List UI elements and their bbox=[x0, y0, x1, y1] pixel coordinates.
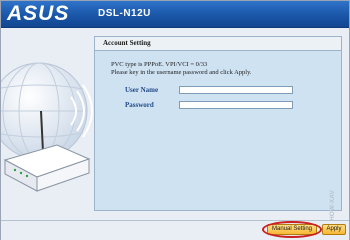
model-name: DSL-N12U bbox=[98, 8, 151, 19]
highlight-circle bbox=[262, 221, 322, 238]
router-globe-illustration bbox=[1, 62, 93, 192]
account-setting-panel: Account Setting PVC type is PPPoE. VPI/V… bbox=[94, 36, 342, 211]
globe-icon bbox=[1, 62, 88, 160]
username-label: User Name bbox=[125, 86, 159, 94]
password-label: Password bbox=[125, 101, 154, 109]
setup-window: ASUS DSL-N12U Account Setting PVC type i… bbox=[0, 0, 350, 240]
password-input[interactable] bbox=[179, 101, 293, 109]
watermark-text: HOW-XAV bbox=[329, 190, 336, 221]
pvc-info-text: PVC type is PPPoE. VPI/VCI = 0/33 bbox=[111, 61, 208, 68]
panel-title: Account Setting bbox=[103, 39, 151, 47]
header-bar: ASUS DSL-N12U bbox=[1, 1, 349, 28]
instruction-text: Please key in the username password and … bbox=[111, 69, 252, 76]
apply-button[interactable]: Apply bbox=[322, 224, 346, 235]
asus-logo: ASUS bbox=[7, 2, 70, 25]
username-input[interactable] bbox=[179, 86, 293, 94]
panel-title-bar: Account Setting bbox=[95, 37, 341, 51]
